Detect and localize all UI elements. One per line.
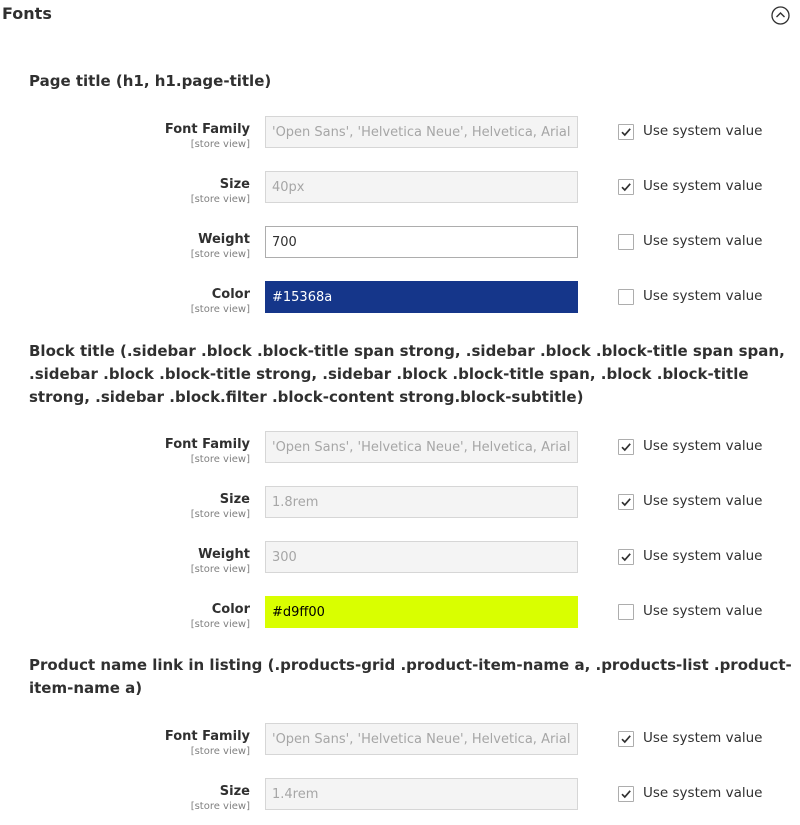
use-system-value-label[interactable]: Use system value bbox=[643, 288, 762, 304]
use-system-value-checkbox[interactable] bbox=[618, 439, 634, 455]
use-system-value-checkbox[interactable] bbox=[618, 549, 634, 565]
field-row-page-title-color: Color [store view] Use system value bbox=[0, 281, 800, 321]
checkmark-icon bbox=[621, 183, 631, 192]
field-row-block-title-weight: Weight [store view] Use system value bbox=[0, 541, 800, 581]
field-scope: [store view] bbox=[190, 619, 250, 630]
checkmark-icon bbox=[621, 128, 631, 137]
use-system-value-checkbox[interactable] bbox=[618, 604, 634, 620]
field-scope: [store view] bbox=[190, 801, 250, 812]
use-system-value-checkbox[interactable] bbox=[618, 494, 634, 510]
block-title-size-input[interactable] bbox=[265, 486, 578, 518]
use-system-value-checkbox[interactable] bbox=[618, 289, 634, 305]
field-label: Font Family bbox=[164, 437, 250, 452]
field-label: Weight bbox=[198, 232, 250, 247]
field-label: Size bbox=[219, 784, 250, 799]
use-system-value-label[interactable]: Use system value bbox=[643, 233, 762, 249]
checkmark-icon bbox=[621, 553, 631, 562]
block-title-color-input[interactable] bbox=[265, 596, 578, 628]
use-system-value-label[interactable]: Use system value bbox=[643, 493, 762, 509]
use-system-value-label[interactable]: Use system value bbox=[643, 603, 762, 619]
page-title-color-input[interactable] bbox=[265, 281, 578, 313]
use-system-value-label[interactable]: Use system value bbox=[643, 178, 762, 194]
group-title-page-title: Page title (h1, h1.page-title) bbox=[29, 72, 272, 90]
use-system-value-label[interactable]: Use system value bbox=[643, 438, 762, 454]
field-scope: [store view] bbox=[190, 249, 250, 260]
field-scope: [store view] bbox=[190, 139, 250, 150]
field-scope: [store view] bbox=[190, 454, 250, 465]
checkmark-icon bbox=[621, 443, 631, 452]
section-title: Fonts bbox=[2, 4, 52, 23]
field-label: Size bbox=[219, 492, 250, 507]
checkmark-icon bbox=[621, 735, 631, 744]
page-title-size-input[interactable] bbox=[265, 171, 578, 203]
field-row-page-title-size: Size [store view] Use system value bbox=[0, 171, 800, 211]
field-scope: [store view] bbox=[190, 746, 250, 757]
use-system-value-checkbox[interactable] bbox=[618, 731, 634, 747]
field-row-product-name-font-family: Font Family [store view] Use system valu… bbox=[0, 723, 800, 763]
field-label: Font Family bbox=[164, 122, 250, 137]
field-label: Color bbox=[211, 602, 250, 617]
use-system-value-checkbox[interactable] bbox=[618, 786, 634, 802]
product-name-size-input[interactable] bbox=[265, 778, 578, 810]
field-scope: [store view] bbox=[190, 564, 250, 575]
field-row-block-title-color: Color [store view] Use system value bbox=[0, 596, 800, 636]
field-label: Size bbox=[219, 177, 250, 192]
section-header[interactable]: Fonts bbox=[0, 0, 800, 32]
group-title-product-name-link: Product name link in listing (.products-… bbox=[29, 656, 792, 697]
field-row-page-title-weight: Weight [store view] Use system value bbox=[0, 226, 800, 266]
block-title-weight-input[interactable] bbox=[265, 541, 578, 573]
checkmark-icon bbox=[621, 790, 631, 799]
field-scope: [store view] bbox=[190, 194, 250, 205]
field-scope: [store view] bbox=[190, 304, 250, 315]
use-system-value-label[interactable]: Use system value bbox=[643, 123, 762, 139]
use-system-value-label[interactable]: Use system value bbox=[643, 730, 762, 746]
use-system-value-label[interactable]: Use system value bbox=[643, 548, 762, 564]
group-title-block-title: Block title (.sidebar .block .block-titl… bbox=[29, 342, 785, 406]
field-row-block-title-size: Size [store view] Use system value bbox=[0, 486, 800, 526]
field-row-block-title-font-family: Font Family [store view] Use system valu… bbox=[0, 431, 800, 471]
use-system-value-checkbox[interactable] bbox=[618, 179, 634, 195]
field-label: Color bbox=[211, 287, 250, 302]
product-name-font-family-input[interactable] bbox=[265, 723, 578, 755]
page-title-weight-input[interactable] bbox=[265, 226, 578, 258]
page-title-font-family-input[interactable] bbox=[265, 116, 578, 148]
use-system-value-label[interactable]: Use system value bbox=[643, 785, 762, 801]
field-row-page-title-font-family: Font Family [store view] Use system valu… bbox=[0, 116, 800, 156]
use-system-value-checkbox[interactable] bbox=[618, 234, 634, 250]
chevron-up-circle-icon[interactable] bbox=[771, 6, 790, 25]
use-system-value-checkbox[interactable] bbox=[618, 124, 634, 140]
field-row-product-name-size: Size [store view] Use system value bbox=[0, 778, 800, 818]
field-label: Weight bbox=[198, 547, 250, 562]
block-title-font-family-input[interactable] bbox=[265, 431, 578, 463]
field-label: Font Family bbox=[164, 729, 250, 744]
checkmark-icon bbox=[621, 498, 631, 507]
field-scope: [store view] bbox=[190, 509, 250, 520]
